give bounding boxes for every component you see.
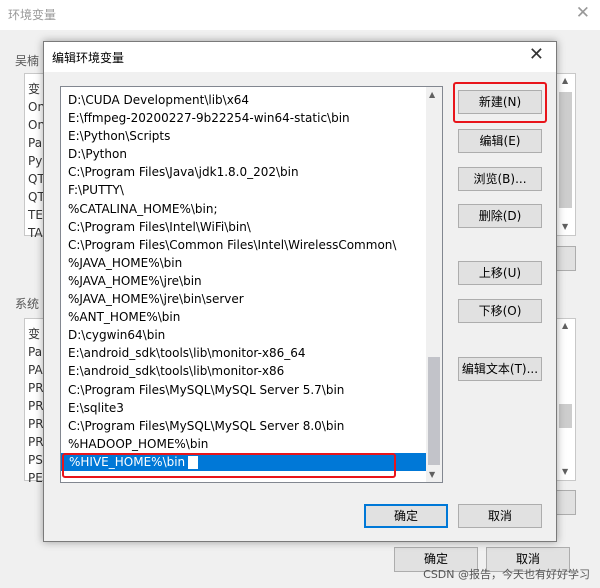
path-row[interactable]: C:\Program Files\Common Files\Intel\Wire… [61, 236, 426, 254]
system-variables-list-right-edge: ▲ ▼ [556, 318, 576, 481]
system-list-scroll-down-icon[interactable]: ▼ [562, 467, 568, 476]
system-variable-row[interactable]: PS [28, 451, 43, 469]
cancel-button[interactable]: 取消 [458, 504, 542, 528]
path-row[interactable]: E:\android_sdk\tools\lib\monitor-x86 [61, 362, 426, 380]
path-row[interactable]: C:\Program Files\MySQL\MySQL Server 5.7\… [61, 381, 426, 399]
user-variables-list-right-edge: ▲ ▼ [556, 73, 576, 236]
system-variable-row[interactable]: PA [28, 361, 43, 379]
move-down-button[interactable]: 下移(O) [458, 299, 542, 323]
system-variable-row[interactable]: Pa [28, 343, 42, 361]
path-list-scrollbar[interactable]: ▲ ▼ [426, 87, 442, 482]
system-variable-row[interactable]: PE [28, 469, 43, 487]
edit-button[interactable]: 编辑(E) [458, 129, 542, 153]
move-up-button[interactable]: 上移(U) [458, 261, 542, 285]
path-rows: D:\CUDA Development\lib\x64 E:\ffmpeg-202… [61, 91, 426, 471]
system-group-button-stub[interactable] [556, 490, 576, 515]
path-list-scroll-thumb[interactable] [428, 357, 440, 465]
path-row[interactable]: %HADOOP_HOME%\bin [61, 435, 426, 453]
path-list[interactable]: D:\CUDA Development\lib\x64 E:\ffmpeg-202… [60, 86, 443, 483]
user-list-scroll-down-icon[interactable]: ▼ [562, 222, 568, 231]
edit-text-button[interactable]: 编辑文本(T)... [458, 357, 542, 381]
dialog-close-icon[interactable]: ✕ [529, 44, 544, 65]
path-row[interactable]: %ANT_HOME%\bin [61, 308, 426, 326]
user-variable-row[interactable]: Py [28, 152, 42, 170]
path-list-scroll-down-icon[interactable]: ▼ [429, 470, 435, 479]
user-variable-row[interactable]: 变 [28, 80, 40, 98]
path-row[interactable]: %CATALINA_HOME%\bin; [61, 200, 426, 218]
user-variable-row[interactable]: TA [28, 224, 43, 242]
path-row[interactable]: D:\CUDA Development\lib\x64 [61, 91, 426, 109]
user-variables-group-label: 吴楠 [14, 52, 41, 69]
path-row[interactable]: C:\Program Files\Java\jdk1.8.0_202\bin [61, 163, 426, 181]
editing-row-highlight [62, 453, 396, 478]
user-variable-row[interactable]: Pa [28, 134, 42, 152]
background-window-title: 环境变量 [8, 8, 57, 22]
background-titlebar: 环境变量 ✕ [0, 0, 600, 30]
system-variable-row[interactable]: PR [28, 433, 44, 451]
edit-environment-variable-dialog: 编辑环境变量 ✕ D:\CUDA Development\lib\x64 E:\f… [43, 41, 557, 542]
user-group-button-stub[interactable] [556, 246, 576, 271]
user-list-scroll-thumb[interactable] [559, 92, 572, 208]
system-list-scroll-up-icon[interactable]: ▲ [562, 321, 568, 330]
system-variable-row[interactable]: PR [28, 379, 44, 397]
system-variable-row[interactable]: PR [28, 415, 44, 433]
watermark: CSDN @报告，今天也有好好学习 [423, 568, 590, 581]
system-variable-row[interactable]: PR [28, 397, 44, 415]
delete-button[interactable]: 删除(D) [458, 204, 542, 228]
user-list-scroll-up-icon[interactable]: ▲ [562, 76, 568, 85]
system-list-scroll-thumb[interactable] [559, 404, 572, 428]
path-row[interactable]: E:\Python\Scripts [61, 127, 426, 145]
system-variable-row[interactable]: 变 [28, 325, 40, 343]
dialog-title: 编辑环境变量 [52, 51, 125, 65]
path-row[interactable]: %JAVA_HOME%\jre\bin [61, 272, 426, 290]
system-variables-group-label: 系统 [14, 295, 41, 312]
path-list-scroll-up-icon[interactable]: ▲ [429, 90, 435, 99]
path-row[interactable]: D:\cygwin64\bin [61, 326, 426, 344]
path-row[interactable]: E:\ffmpeg-20200227-9b22254-win64-static\… [61, 109, 426, 127]
ok-button[interactable]: 确定 [364, 504, 448, 528]
browse-button[interactable]: 浏览(B)... [458, 167, 542, 191]
background-close-icon[interactable]: ✕ [576, 3, 590, 23]
path-row[interactable]: C:\Program Files\MySQL\MySQL Server 8.0\… [61, 417, 426, 435]
path-row[interactable]: C:\Program Files\Intel\WiFi\bin\ [61, 218, 426, 236]
path-row[interactable]: E:\sqlite3 [61, 399, 426, 417]
path-row[interactable]: %JAVA_HOME%\bin [61, 254, 426, 272]
user-variable-row[interactable]: TE [28, 206, 43, 224]
path-row[interactable]: %JAVA_HOME%\jre\bin\server [61, 290, 426, 308]
path-row[interactable]: D:\Python [61, 145, 426, 163]
dialog-titlebar: 编辑环境变量 ✕ [44, 42, 556, 72]
path-row[interactable]: E:\android_sdk\tools\lib\monitor-x86_64 [61, 344, 426, 362]
new-button-highlight [453, 82, 547, 123]
path-row[interactable]: F:\PUTTY\ [61, 181, 426, 199]
